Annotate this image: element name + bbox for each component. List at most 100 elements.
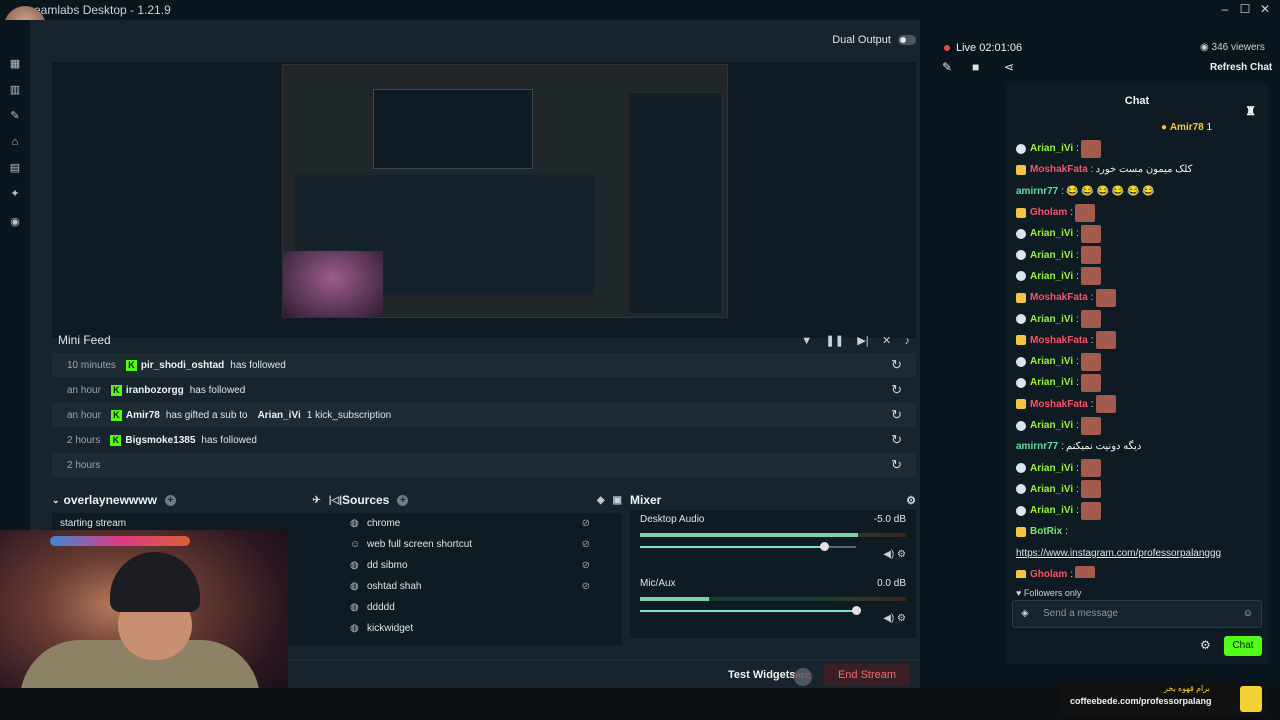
minimize-icon[interactable]: –: [1218, 2, 1232, 16]
verified-badge-icon: [1016, 143, 1026, 154]
share-icon[interactable]: ⋖: [1004, 60, 1014, 74]
speaker-icon[interactable]: ◀): [883, 549, 894, 560]
add-source-icon[interactable]: +: [397, 494, 409, 506]
chat-username[interactable]: BotRix: [1030, 526, 1062, 537]
gear-icon[interactable]: ⚙: [897, 613, 906, 624]
source-item[interactable]: ◍ dd sibmo ⊘: [342, 555, 622, 576]
mod-tools-icon[interactable]: ♜: [1245, 94, 1256, 128]
dual-output-toggle[interactable]: Dual Output: [832, 34, 916, 46]
shield-icon[interactable]: ◈: [1021, 601, 1029, 627]
source-item[interactable]: ◍ oshtad shah ⊘: [342, 576, 622, 597]
chat-username[interactable]: Arian_iVi: [1030, 420, 1073, 431]
chat-messages: Arian_iVi: MoshakFata: کلک میمون مست خورد a…: [1016, 138, 1260, 578]
chat-username[interactable]: Arian_iVi: [1030, 143, 1073, 154]
close-icon[interactable]: ✕: [1258, 2, 1272, 16]
chat-username[interactable]: amirnr77: [1016, 186, 1058, 197]
visibility-icon[interactable]: ⊘: [582, 539, 590, 550]
chat-username[interactable]: Arian_iVi: [1030, 463, 1073, 474]
scene-collection-header[interactable]: ⌄ overlaynewwww + ✈ |◁|: [52, 490, 342, 510]
pause-icon[interactable]: ❚❚: [825, 335, 843, 347]
chat-separator: :: [1076, 377, 1079, 389]
volume-slider[interactable]: [640, 606, 861, 615]
filter-icon[interactable]: ▼: [801, 335, 812, 347]
folder-icon[interactable]: ▣: [613, 495, 622, 506]
chat-username[interactable]: MoshakFata: [1030, 292, 1088, 303]
slider-knob[interactable]: [819, 542, 829, 551]
chat-username[interactable]: MoshakFata: [1030, 164, 1088, 175]
source-settings-icon[interactable]: ◈: [597, 495, 605, 506]
chevron-down-icon[interactable]: ⌄: [52, 495, 60, 506]
chat-username[interactable]: Arian_iVi: [1030, 228, 1073, 239]
scene-collection-name[interactable]: overlaynewwww: [64, 493, 157, 507]
record-button[interactable]: REC: [794, 668, 812, 686]
chat-username[interactable]: amirnr77: [1016, 441, 1058, 452]
chat-username[interactable]: Arian_iVi: [1030, 484, 1073, 495]
visibility-icon[interactable]: ⊘: [582, 518, 590, 529]
end-stream-button[interactable]: End Stream: [824, 664, 910, 686]
chat-link[interactable]: https://www.instagram.com/professorpalan…: [1016, 548, 1221, 559]
chat-username[interactable]: MoshakFata: [1030, 335, 1088, 346]
chat-username[interactable]: Arian_iVi: [1030, 271, 1073, 282]
volume-icon[interactable]: ♪: [905, 335, 911, 347]
globe-icon: ◍: [350, 518, 359, 529]
feed-user: Bigsmoke1385: [125, 434, 196, 446]
stream-preview[interactable]: [52, 62, 916, 338]
studio-mode-icon[interactable]: |◁|: [329, 495, 342, 506]
source-label: ddddd: [367, 602, 395, 613]
chat-username[interactable]: Arian_iVi: [1030, 356, 1073, 367]
chat-input[interactable]: Send a message ◈ ☺: [1012, 600, 1262, 628]
volume-slider[interactable]: [640, 542, 856, 551]
repeat-alert-icon[interactable]: ↻: [891, 357, 902, 373]
clip-icon[interactable]: ■: [972, 60, 979, 74]
transition-icon[interactable]: ✈: [312, 495, 320, 506]
followers-only-notice: ♥ Followers only: [1016, 588, 1081, 598]
source-item[interactable]: ◍ kickwidget: [342, 618, 622, 639]
source-item[interactable]: ☺ web full screen shortcut ⊘: [342, 534, 622, 555]
source-item[interactable]: ◍ chrome ⊘: [342, 513, 622, 534]
slider-knob[interactable]: [852, 606, 861, 615]
test-widgets-button[interactable]: Test Widgets: [728, 669, 796, 681]
highlighter-icon[interactable]: ◉: [9, 216, 21, 228]
chat-username[interactable]: Arian_iVi: [1030, 505, 1073, 516]
skip-icon[interactable]: ▶|: [857, 335, 868, 347]
chat-text: 😂 😂 😂 😂 😂 😂: [1066, 185, 1155, 197]
repeat-alert-icon[interactable]: ↻: [891, 382, 902, 398]
speaker-icon[interactable]: ◀): [883, 613, 894, 624]
dual-output-switch[interactable]: [898, 35, 916, 46]
sources-panel: Sources + ◈ ▣ ◍ chrome ⊘ ☺ web full scre…: [342, 490, 622, 668]
mute-alerts-icon[interactable]: ✕: [882, 335, 891, 347]
tools-icon[interactable]: ✎: [9, 110, 21, 122]
channel-db: 0.0 dB: [877, 578, 906, 589]
visibility-icon[interactable]: ⊘: [582, 581, 590, 592]
chat-emote: [1080, 139, 1101, 158]
chat-username[interactable]: Arian_iVi: [1030, 314, 1073, 325]
library-icon[interactable]: ▥: [9, 84, 21, 96]
meter-fill: [640, 533, 859, 537]
add-scene-icon[interactable]: +: [164, 494, 176, 506]
visibility-icon[interactable]: ⊘: [582, 560, 590, 571]
chat-settings-icon[interactable]: ⚙: [1200, 638, 1211, 652]
maximize-icon[interactable]: ☐: [1238, 2, 1252, 16]
apps-icon[interactable]: ✦: [9, 188, 21, 200]
refresh-chat-button[interactable]: Refresh Chat: [1210, 62, 1272, 73]
repeat-alert-icon[interactable]: ↻: [891, 432, 902, 448]
send-chat-button[interactable]: Chat: [1224, 636, 1262, 656]
themes-icon[interactable]: ▤: [9, 162, 21, 174]
repeat-alert-icon[interactable]: ↻: [891, 457, 902, 473]
dashboard-icon[interactable]: ▦: [9, 58, 21, 70]
chat-username[interactable]: Arian_iVi: [1030, 250, 1073, 261]
chat-emote: [1080, 459, 1101, 478]
emoji-icon[interactable]: ☺: [1243, 601, 1253, 627]
gear-icon[interactable]: ⚙: [897, 549, 906, 560]
repeat-alert-icon[interactable]: ↻: [891, 407, 902, 423]
gear-icon[interactable]: ⚙: [906, 494, 916, 507]
source-item[interactable]: ◍ ddddd: [342, 597, 622, 618]
chat-username[interactable]: Gholam: [1030, 569, 1067, 578]
chat-username[interactable]: Arian_iVi: [1030, 377, 1073, 388]
chat-username[interactable]: Gholam: [1030, 207, 1067, 218]
store-icon[interactable]: ⌂: [9, 136, 21, 148]
edit-icon[interactable]: ✎: [942, 60, 952, 74]
chat-emote: [1080, 352, 1101, 371]
chat-username[interactable]: MoshakFata: [1030, 399, 1088, 410]
kick-icon: K: [110, 384, 122, 396]
